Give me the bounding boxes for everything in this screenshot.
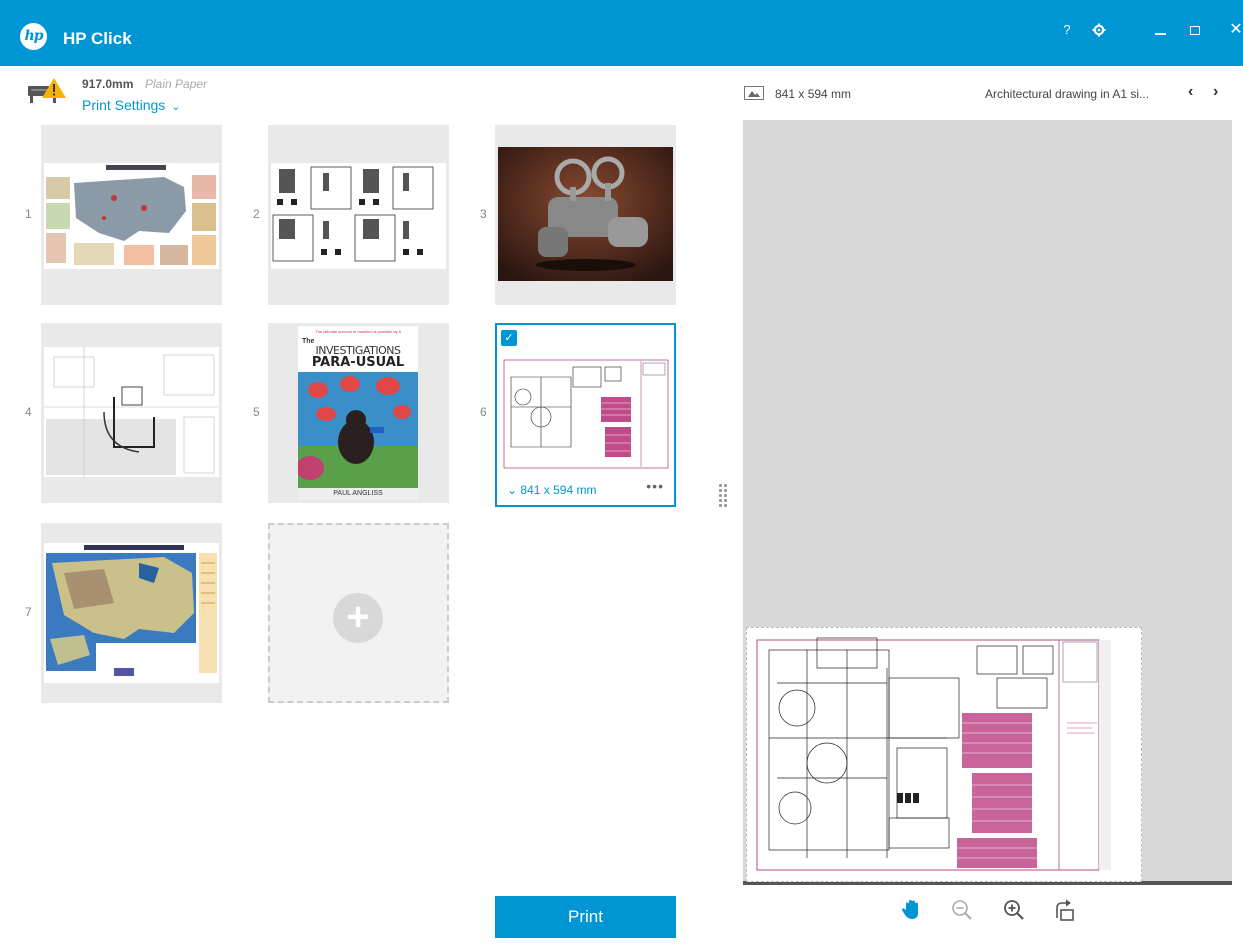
thumbnail-image xyxy=(44,347,219,477)
more-options-icon[interactable]: ••• xyxy=(646,478,664,494)
minimize-icon xyxy=(1154,33,1166,35)
help-button[interactable]: ? xyxy=(1053,18,1081,42)
book-author: PAUL ANGLISS xyxy=(298,488,418,500)
plus-icon: + xyxy=(333,593,383,643)
print-settings-label: Print Settings xyxy=(82,97,166,113)
thumbnail-index: 7 xyxy=(25,605,32,619)
thumbnail-image xyxy=(44,543,219,683)
thumbnail-index: 4 xyxy=(25,405,32,419)
print-button[interactable]: Print xyxy=(495,896,676,938)
close-button[interactable]: ✕ xyxy=(1222,18,1243,42)
print-settings-dropdown[interactable]: Print Settings ⌄ xyxy=(82,97,180,113)
rotate-icon[interactable] xyxy=(1053,898,1077,922)
chevron-right-icon[interactable]: › xyxy=(1213,83,1218,101)
minimize-button[interactable] xyxy=(1146,18,1174,42)
page-size-label: 841 x 594 mm xyxy=(520,483,597,497)
thumbnail-index: 2 xyxy=(253,207,260,221)
zoom-out-icon[interactable] xyxy=(950,898,974,922)
printer-warning-icon[interactable] xyxy=(27,78,67,104)
title-bar: hp HP Click ? ✕ xyxy=(0,0,1243,66)
panel-resize-handle[interactable] xyxy=(718,484,728,508)
job-thumbnail-6[interactable]: ✓ ⌄ 841 x 594 mm ••• xyxy=(495,323,676,507)
pan-hand-icon[interactable] xyxy=(900,898,924,922)
app-title: HP Click xyxy=(63,29,132,48)
thumbnail-image xyxy=(501,357,671,471)
thumbnail-image xyxy=(271,163,446,269)
settings-gear-icon[interactable] xyxy=(1085,18,1113,42)
book-title-line2: PARA-USUAL xyxy=(311,355,405,370)
image-landscape-icon xyxy=(744,86,764,100)
zoom-in-icon[interactable] xyxy=(1002,898,1026,922)
thumbnail-index: 5 xyxy=(253,405,260,419)
thumbnail-index: 6 xyxy=(480,405,487,419)
maximize-icon xyxy=(1190,26,1200,35)
job-thumbnail-4[interactable] xyxy=(41,323,222,503)
page-size-dropdown[interactable]: ⌄ 841 x 594 mm xyxy=(507,483,596,497)
job-thumbnail-2[interactable] xyxy=(268,125,449,305)
maximize-button[interactable] xyxy=(1181,18,1209,42)
thumbnail-image xyxy=(44,163,219,269)
book-tagline: The ultimate survival of mankind is poss… xyxy=(315,329,401,334)
thumbnail-index: 3 xyxy=(480,207,487,221)
job-thumbnail-1[interactable] xyxy=(41,125,222,305)
thumbnail-index: 1 xyxy=(25,207,32,221)
paper-width: 917.0mm xyxy=(82,77,134,91)
thumbnail-image xyxy=(498,147,673,281)
job-thumbnail-5[interactable]: The ultimate survival of mankind is poss… xyxy=(268,323,449,503)
thumbnail-image: The ultimate survival of mankind is poss… xyxy=(298,326,418,500)
job-thumbnail-3[interactable] xyxy=(495,125,676,305)
preview-title: Architectural drawing in A1 si... xyxy=(985,87,1150,101)
chevron-left-icon[interactable]: ‹ xyxy=(1188,83,1193,101)
hp-logo-icon: hp xyxy=(20,23,47,50)
add-job-button[interactable]: + xyxy=(268,523,449,703)
preview-page xyxy=(746,627,1142,882)
checkbox-checked-icon[interactable]: ✓ xyxy=(501,330,517,346)
chevron-down-icon: ⌄ xyxy=(507,483,518,497)
preview-dimensions: 841 x 594 mm xyxy=(775,87,852,101)
job-thumbnail-7[interactable] xyxy=(41,523,222,703)
chevron-down-icon: ⌄ xyxy=(171,101,181,113)
paper-type: Plain Paper xyxy=(145,77,208,91)
